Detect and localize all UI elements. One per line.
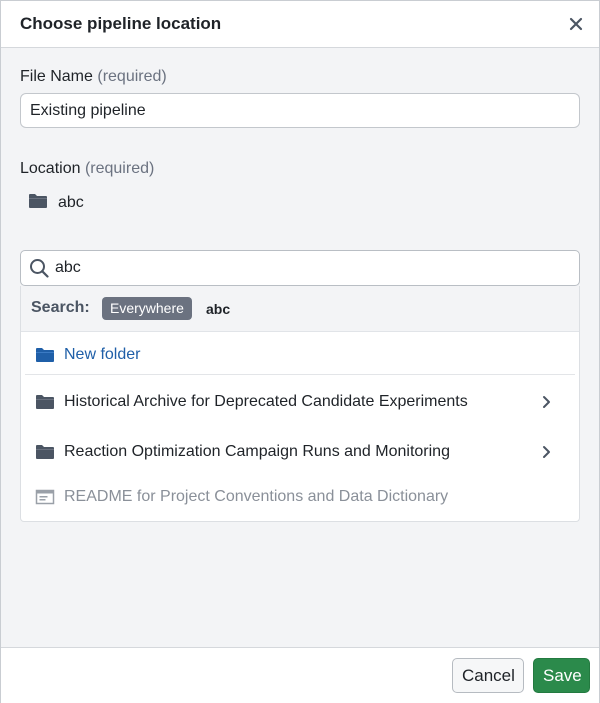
dialog-title: Choose pipeline location bbox=[20, 14, 222, 33]
search-input[interactable] bbox=[55, 254, 555, 282]
list-item-label: Reaction Optimization Campaign Runs and … bbox=[64, 443, 450, 460]
selected-location: abc bbox=[28, 193, 84, 213]
location-label: Location (required) bbox=[20, 160, 154, 178]
close-icon[interactable] bbox=[565, 13, 587, 35]
cancel-button[interactable]: Cancel bbox=[452, 658, 524, 693]
file-name-required: (required) bbox=[97, 68, 167, 85]
file-name-label: File Name (required) bbox=[20, 68, 167, 86]
dialog-header: Choose pipeline location bbox=[1, 1, 599, 48]
new-folder-label: New folder bbox=[64, 346, 141, 363]
chevron-right-icon[interactable] bbox=[540, 444, 554, 465]
selected-location-name: abc bbox=[58, 194, 84, 211]
search-term: abc bbox=[206, 301, 231, 317]
location-label-text: Location bbox=[20, 160, 81, 177]
file-name-input[interactable] bbox=[20, 93, 580, 128]
choose-location-dialog: Choose pipeline location File Name (requ… bbox=[0, 0, 600, 703]
scope-everywhere-badge[interactable]: Everywhere bbox=[102, 297, 192, 320]
list-item-label: README for Project Conventions and Data … bbox=[64, 488, 449, 505]
search-box[interactable] bbox=[20, 250, 580, 286]
new-folder-button[interactable]: New folder bbox=[21, 335, 579, 375]
list-item-folder[interactable]: Reaction Optimization Campaign Runs and … bbox=[21, 432, 579, 472]
new-folder-icon bbox=[35, 347, 55, 368]
search-icon bbox=[29, 258, 49, 283]
search-scope-bar: Search: Everywhere abc bbox=[21, 286, 579, 332]
folder-icon bbox=[35, 394, 55, 415]
list-item-document: README for Project Conventions and Data … bbox=[21, 477, 579, 517]
document-icon bbox=[35, 489, 55, 510]
list-item-folder[interactable]: Historical Archive for Deprecated Candid… bbox=[21, 382, 579, 422]
location-required: (required) bbox=[84, 160, 155, 177]
list-item-label: Historical Archive for Deprecated Candid… bbox=[64, 393, 468, 410]
search-scope-label: Search: bbox=[31, 299, 90, 316]
file-name-label-text: File Name bbox=[20, 68, 93, 85]
folder-icon bbox=[35, 444, 55, 465]
divider bbox=[25, 374, 575, 375]
search-results-panel: Search: Everywhere abc New folder Histor bbox=[20, 286, 580, 522]
save-button[interactable]: Save bbox=[533, 658, 590, 693]
dialog-footer: Cancel Save bbox=[1, 647, 599, 703]
folder-icon bbox=[28, 193, 48, 214]
chevron-right-icon[interactable] bbox=[540, 394, 554, 415]
